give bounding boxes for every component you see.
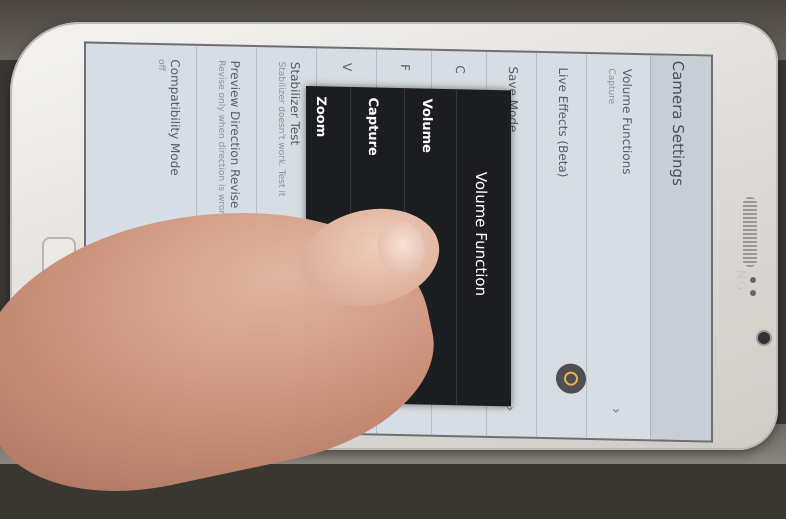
row-title: Preview Direction Revise (228, 60, 242, 209)
live-effects-toggle[interactable] (556, 363, 586, 394)
row-title: Volume Functions (620, 68, 634, 175)
settings-row[interactable]: Volume Functions Capture ⌄ (586, 53, 652, 440)
row-subtitle: Stabilizer doesn't work. Test it (276, 61, 286, 197)
row-title: F (398, 63, 412, 72)
option-volume[interactable]: Volume (419, 98, 434, 153)
row-title: Compatibility Mode (168, 59, 182, 176)
option-zoom[interactable]: Zoom (313, 96, 328, 137)
settings-header: Camera Settings (650, 55, 711, 441)
row-title: C (453, 65, 467, 74)
proximity-sensor (750, 277, 756, 283)
front-camera (758, 332, 770, 344)
chevron-down-icon: ⌄ (610, 400, 622, 417)
light-sensor (750, 290, 756, 296)
row-title: V (340, 62, 354, 72)
row-title: Live Effects (Beta) (556, 67, 570, 178)
row-subtitle: Revise only when direction is wrong (216, 60, 226, 222)
earpiece-speaker (743, 197, 757, 267)
row-title: Stabilizer Test (288, 61, 302, 146)
row-subtitle: Capture (606, 68, 616, 105)
dialog-title: Volume Function (472, 171, 490, 297)
option-capture[interactable]: Capture (365, 97, 380, 156)
brand-logo: NG (734, 270, 748, 293)
page-title: Camera Settings (669, 60, 687, 187)
row-subtitle: off (156, 58, 166, 71)
option-divider (456, 89, 457, 406)
